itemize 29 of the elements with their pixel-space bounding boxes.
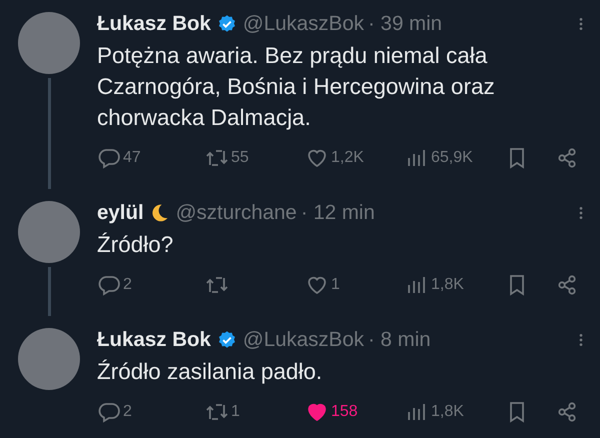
author-handle[interactable]: @LukaszBok [242, 12, 364, 36]
like-count: 158 [331, 403, 358, 421]
reply-icon[interactable] [97, 146, 121, 170]
reply-count: 2 [123, 276, 132, 294]
view-count: 1,8K [431, 403, 464, 421]
reply-icon[interactable] [97, 273, 121, 297]
reply-count: 2 [123, 403, 132, 421]
repost-count: 55 [231, 149, 249, 167]
reply-count: 47 [123, 149, 141, 167]
author-name[interactable]: Łukasz Bok [97, 328, 211, 352]
view-count: 65,9K [431, 149, 473, 167]
author-handle[interactable]: @LukaszBok [242, 328, 364, 352]
post-time: · 39 min [368, 12, 442, 36]
author-handle[interactable]: @szturchane [176, 201, 297, 225]
post-time: · 12 min [300, 201, 375, 225]
post-time: · 8 min [368, 328, 431, 352]
post-text: Źródło zasilania padło. [97, 358, 324, 386]
repost-count: 1 [231, 403, 240, 421]
verified-badge-icon[interactable] [216, 330, 237, 350]
post-text: Źródło? [97, 231, 174, 259]
like-count: 1 [331, 276, 340, 294]
author-name[interactable]: eylül [97, 201, 144, 225]
author-name[interactable]: Łukasz Bok [97, 12, 211, 36]
crescent-moon-icon[interactable] [150, 203, 170, 223]
view-count: 1,8K [431, 276, 464, 294]
like-count: 1,2K [331, 149, 364, 167]
post-text: Potężna awaria. Bez prądu niemal cała Czarnogóra, Bośnia i Hercegowina oraz chorwacka Dalmacja. [97, 42, 496, 132]
verified-badge-icon[interactable] [216, 14, 237, 34]
reply-icon[interactable] [97, 400, 121, 424]
